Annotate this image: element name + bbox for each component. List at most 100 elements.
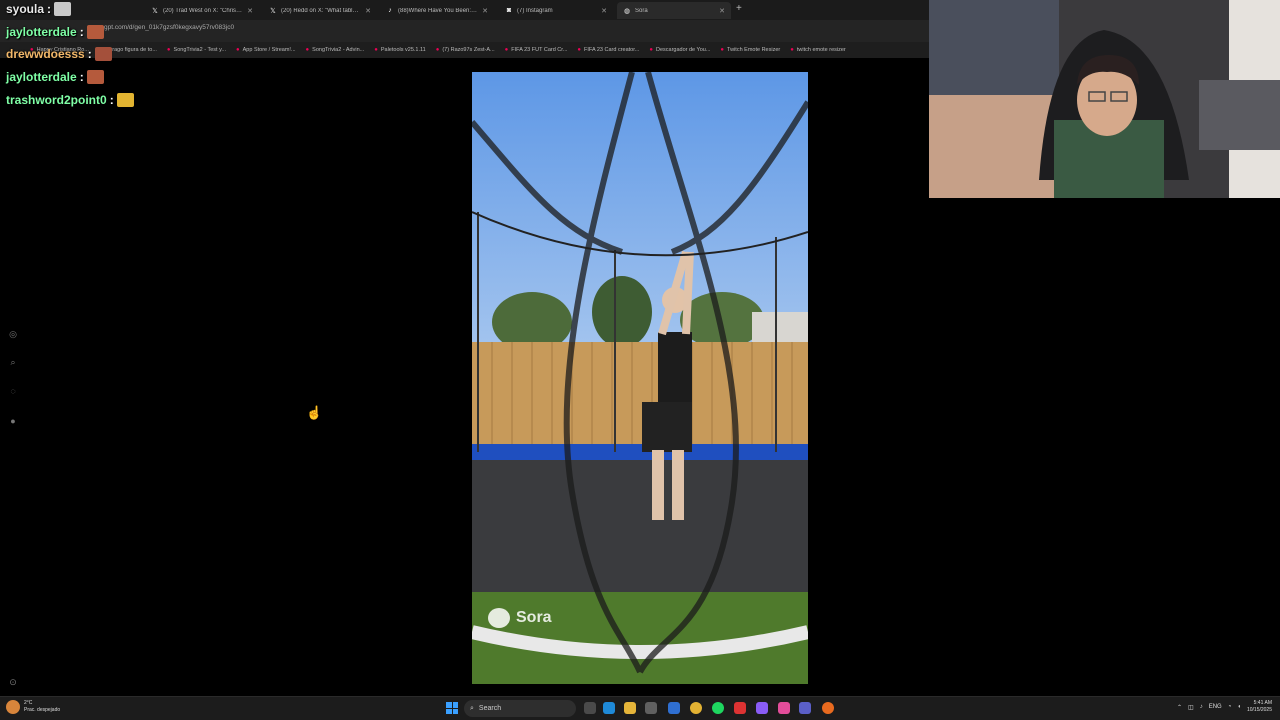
app-icon[interactable] [778, 702, 790, 714]
mic-icon[interactable]: ♪ [1200, 704, 1203, 710]
bookmark-item[interactable]: ● SongTrivia2 - Advin... [306, 47, 365, 53]
tab-title: (7) Instagram [517, 7, 553, 14]
tab-title: Sora [635, 7, 648, 14]
bookmark-favicon-icon: ● [790, 47, 794, 53]
instagram-icon: ◙ [506, 7, 512, 14]
spotify-icon[interactable] [712, 702, 724, 714]
tiktok-icon: ♪ [388, 7, 392, 14]
browser-tab[interactable]: 𝕏 (20) Trad West on X: "Christ is K ✕ [145, 2, 259, 19]
bookmark-item[interactable]: ● FIFA 23 FUT Card Cr... [505, 47, 568, 53]
network-icon[interactable]: ◫ [1188, 704, 1194, 711]
chat-emote-icon [116, 93, 134, 107]
bookmark-label: SongTrivia2 - Test y... [173, 47, 227, 53]
bookmark-label: Descargador de You... [655, 47, 711, 53]
browser-tab-bar: 𝕏 (20) Trad West on X: "Christ is K ✕ 𝕏 (20)… [0, 0, 930, 20]
bookmark-item[interactable]: ● App Store / Stream!... [236, 47, 296, 53]
tab-title: (20) Trad West on X: "Christ is K [163, 7, 244, 14]
bookmark-item[interactable]: ● Twitch Emote Resizer [720, 47, 780, 53]
video-frame [472, 72, 808, 684]
chat-username: jaylotterdale [6, 25, 77, 39]
weather-icon [6, 700, 20, 714]
bookmark-label: Burago figura de to... [105, 47, 157, 53]
webcam-overlay [929, 0, 1280, 198]
chat-emote-icon [86, 25, 104, 39]
close-icon[interactable]: ✕ [482, 7, 488, 15]
profile-icon[interactable]: ● [8, 416, 18, 426]
bookmark-favicon-icon: ● [720, 47, 725, 53]
chat-message: drewwdoesss: [6, 47, 112, 61]
watermark-text: Sora [516, 609, 552, 626]
taskbar-search[interactable]: ⌕ Search [464, 700, 576, 717]
bookmark-favicon-icon: ● [305, 47, 310, 53]
url-text[interactable]: gpt.com/d/gen_01k7gzsf0kegxavy57rv083jc0 [104, 24, 234, 31]
sora-logo-icon [488, 608, 510, 628]
chat-username: drewwdoesss [6, 47, 85, 61]
wifi-icon[interactable]: ◔ [1228, 704, 1232, 710]
browser-tab[interactable]: ♪ (88)Where Have You Been: A R ✕ [380, 2, 494, 19]
weather-widget[interactable]: 2°C Prac. despejado [6, 700, 60, 714]
bookmark-item[interactable]: ● FIFA 23 Card creator... [577, 47, 639, 53]
tab-title: (88)Where Have You Been: A R [398, 7, 479, 14]
language-indicator[interactable]: ENG [1209, 704, 1222, 710]
bookmark-item[interactable]: ● Descargador de You... [649, 47, 710, 53]
new-tab-button[interactable]: + [736, 3, 742, 14]
close-icon[interactable]: ✕ [719, 7, 725, 15]
screen: 𝕏 (20) Trad West on X: "Christ is K ✕ 𝕏 (20)… [0, 0, 1280, 720]
chevron-up-icon[interactable]: ⌃ [1177, 704, 1182, 711]
tab-title: (20) Redd on X: "What table yo [281, 7, 362, 14]
notifications-icon[interactable]: ◌ [8, 386, 18, 396]
bookmark-label: FIFA 23 Card creator... [584, 47, 640, 53]
chat-message: jaylotterdale: [6, 25, 104, 39]
sora-video-player[interactable]: Sora [472, 72, 808, 684]
bookmark-label: FIFA 23 FUT Card Cr... [511, 47, 568, 53]
bookmark-item[interactable]: ● SongTrivia2 - Test y... [167, 47, 226, 53]
browser-tab[interactable]: ◍ Sora ✕ [617, 2, 731, 19]
app-icon[interactable] [668, 702, 680, 714]
clock[interactable]: 5:41 AM 10/15/2025 [1247, 700, 1272, 714]
edge-icon[interactable] [603, 702, 615, 714]
start-button[interactable] [446, 702, 458, 714]
app-icon[interactable] [734, 702, 746, 714]
x-logo-icon: 𝕏 [152, 7, 158, 15]
mouse-cursor-hand-icon: ☝ [306, 405, 323, 420]
settings-icon[interactable]: ⊙ [8, 677, 18, 687]
search-icon[interactable]: ⌕ [8, 357, 18, 367]
close-icon[interactable]: ✕ [365, 7, 371, 15]
clock-date: 10/15/2025 [1246, 707, 1272, 713]
chat-emote-icon [94, 47, 112, 61]
chrome-icon[interactable] [690, 702, 702, 714]
volume-icon[interactable]: ◖ [1237, 704, 1241, 710]
browser-tab[interactable]: ◙ (7) Instagram ✕ [499, 2, 613, 19]
webcam-frame [929, 0, 1280, 198]
teams-icon[interactable] [799, 702, 811, 714]
chat-username: syoula [6, 2, 45, 16]
weather-desc: Prac. despejado [24, 707, 61, 713]
bookmark-item[interactable]: ● Paletools v25.1.11 [374, 47, 425, 53]
discord-icon[interactable] [756, 702, 768, 714]
sora-icon: ◍ [623, 7, 631, 15]
chat-separator: : [87, 47, 92, 61]
chat-username: trashword2point0 [6, 93, 107, 107]
firefox-icon[interactable] [822, 702, 834, 714]
task-view-icon[interactable] [584, 702, 596, 714]
bookmark-favicon-icon: ● [166, 47, 171, 53]
close-icon[interactable]: ✕ [247, 7, 253, 15]
bookmark-label: twitch emote resizer [796, 47, 846, 53]
store-icon[interactable] [645, 702, 657, 714]
bookmark-item[interactable]: ● twitch emote resizer [790, 47, 846, 53]
bookmark-favicon-icon: ● [374, 47, 378, 53]
bookmark-label: (7) Razo97s Zest-A... [442, 47, 495, 53]
chat-separator: : [79, 25, 84, 39]
address-bar[interactable]: gpt.com/d/gen_01k7gzsf0kegxavy57rv083jc0 [0, 20, 930, 42]
bookmark-label: Paletools v25.1.11 [380, 47, 426, 53]
chat-emote-icon [86, 70, 104, 84]
close-icon[interactable]: ✕ [601, 7, 607, 15]
x-logo-icon: 𝕏 [270, 7, 276, 15]
file-explorer-icon[interactable] [624, 702, 636, 714]
chat-separator: : [109, 93, 114, 107]
chat-message: jaylotterdale: [6, 70, 104, 84]
bookmark-item[interactable]: ● (7) Razo97s Zest-A... [436, 47, 495, 53]
home-icon[interactable]: ◎ [8, 329, 18, 339]
chat-separator: : [47, 2, 52, 16]
browser-tab[interactable]: 𝕏 (20) Redd on X: "What table yo ✕ [263, 2, 377, 19]
